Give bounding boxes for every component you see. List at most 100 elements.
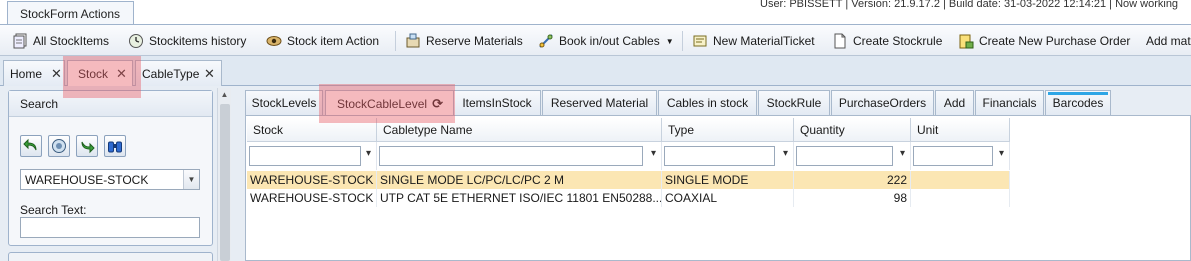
refresh-icon[interactable]: ⟳: [432, 96, 443, 112]
tab-purchaseorders[interactable]: PurchaseOrders: [831, 90, 934, 115]
cell-stock: WAREHOUSE-STOCK: [247, 171, 377, 189]
create-new-purchase-order-label: Create New Purchase Order: [979, 34, 1131, 48]
tab-stockrule[interactable]: StockRule: [758, 90, 830, 115]
tab-label: Barcodes: [1052, 96, 1104, 110]
create-stockrule-label: Create Stockrule: [853, 34, 943, 48]
table-row[interactable]: WAREHOUSE-STOCK UTP CAT 5E ETHERNET ISO/…: [247, 189, 1010, 207]
right-pane: StockLevels StockCableLevel ⟳ ItemsInSto…: [242, 86, 1191, 261]
filter-icon[interactable]: ▾: [783, 148, 788, 159]
tab-label: Cables in stock: [666, 96, 749, 110]
forward-arrow-button[interactable]: [76, 135, 98, 157]
close-icon[interactable]: ✕: [204, 66, 215, 82]
reserve-icon: [406, 33, 420, 48]
page-icon: [834, 33, 846, 49]
chevron-down-icon[interactable]: ▼: [183, 170, 199, 189]
tab-barcodes[interactable]: Barcodes: [1045, 90, 1111, 115]
tab-stock[interactable]: Stock ✕: [67, 60, 133, 87]
tab-label: Add: [943, 96, 966, 110]
back-arrow-icon: [23, 138, 37, 151]
new-materialticket-button[interactable]: New MaterialTicket: [692, 31, 815, 51]
filter-cell-quantity: ▾: [794, 142, 911, 170]
search-icon-row: [20, 135, 126, 157]
column-header-unit[interactable]: Unit: [911, 118, 1010, 142]
tab-itemsinstock[interactable]: ItemsInStock: [453, 90, 541, 115]
table-row[interactable]: WAREHOUSE-STOCK SINGLE MODE LC/PC/LC/PC …: [247, 171, 1010, 189]
filter-cell-stock: ▾: [247, 142, 377, 170]
tab-add[interactable]: Add: [935, 90, 974, 115]
search-text-label: Search Text:: [20, 203, 87, 217]
filter-input-unit[interactable]: [913, 146, 993, 166]
column-header-stock[interactable]: Stock: [247, 118, 377, 142]
tab-stock-label: Stock: [78, 67, 109, 81]
tab-stockcablelevel[interactable]: StockCableLevel ⟳: [325, 90, 455, 116]
create-new-purchase-order-button[interactable]: Create New Purchase Order: [958, 31, 1130, 51]
tab-financials[interactable]: Financials: [975, 90, 1044, 115]
cable-icon: [539, 34, 553, 48]
filter-cell-type: ▾: [662, 142, 794, 170]
book-in-out-cables-button[interactable]: Book in/out Cables ▼: [538, 31, 674, 51]
tab-cabletype-label: CableType: [142, 66, 200, 81]
reserve-materials-button[interactable]: Reserve Materials: [405, 31, 523, 51]
tab-stocklevels[interactable]: StockLevels: [245, 90, 323, 115]
tab-label: Financials: [982, 96, 1037, 110]
search-text-input[interactable]: [20, 217, 200, 238]
reset-circle-icon: [52, 139, 66, 153]
left-pane: Search WAREHOUSE-STOCK ▼ Search Text: ▲: [0, 86, 242, 261]
left-pane-scrollbar[interactable]: ▲: [217, 88, 231, 261]
tab-cabletype[interactable]: CableType ✕: [135, 60, 222, 86]
filter-cell-cabletype: ▾: [377, 142, 662, 170]
tab-cables-in-stock[interactable]: Cables in stock: [658, 90, 757, 115]
new-materialticket-label: New MaterialTicket: [713, 34, 815, 48]
stock-item-action-button[interactable]: Stock item Action: [266, 31, 379, 51]
forward-arrow-icon: [81, 141, 95, 154]
cell-stock: WAREHOUSE-STOCK: [247, 189, 377, 207]
filter-icon[interactable]: ▾: [999, 148, 1004, 159]
tab-label: StockLevels: [251, 96, 317, 110]
tab-home[interactable]: Home ✕: [3, 60, 65, 86]
ticket-icon: [693, 35, 707, 47]
search-panel-title: Search: [9, 91, 212, 117]
binoculars-icon: [108, 141, 122, 153]
add-material-label: Add mat: [1146, 34, 1191, 48]
search-binoculars-button[interactable]: [104, 135, 126, 157]
tab-label: Reserved Material: [550, 96, 649, 110]
history-clock-icon: [129, 34, 143, 48]
column-header-quantity[interactable]: Quantity: [794, 118, 911, 142]
tab-label: StockRule: [766, 96, 822, 110]
add-material-button[interactable]: Add mat: [1146, 31, 1191, 51]
cell-unit: [911, 189, 1010, 207]
filter-icon[interactable]: ▾: [366, 148, 371, 159]
create-stockrule-button[interactable]: Create Stockrule: [832, 31, 942, 51]
filter-input-cabletype[interactable]: [379, 146, 643, 166]
ribbon-tab-stockform-actions[interactable]: StockForm Actions: [7, 1, 134, 24]
scroll-up-icon[interactable]: ▲: [218, 88, 231, 102]
refresh-search-button[interactable]: [48, 135, 70, 157]
tab-accent-bar: [1048, 92, 1108, 95]
filter-input-quantity[interactable]: [796, 146, 893, 166]
close-icon[interactable]: ✕: [116, 66, 127, 82]
toolbar-separator: [395, 31, 396, 51]
column-header-cabletype-name[interactable]: Cabletype Name: [377, 118, 662, 142]
scrollbar-thumb[interactable]: [220, 104, 230, 261]
column-header-type[interactable]: Type: [662, 118, 794, 142]
tab-label: PurchaseOrders: [838, 96, 927, 110]
filter-input-type[interactable]: [664, 146, 775, 166]
filter-cell-unit: ▾: [911, 142, 1010, 170]
stockitems-history-button[interactable]: Stockitems history: [128, 31, 246, 51]
all-stockitems-button[interactable]: All StockItems: [12, 31, 109, 51]
filter-input-stock[interactable]: [249, 146, 361, 166]
tab-reserved-material[interactable]: Reserved Material: [542, 90, 657, 115]
filter-icon[interactable]: ▾: [900, 148, 905, 159]
subtab-bar: StockLevels StockCableLevel ⟳ ItemsInSto…: [245, 90, 1191, 116]
status-line: User: PBISSETT | Version: 21.9.17.2 | Bu…: [760, 0, 1179, 10]
secondary-panel: [8, 252, 213, 261]
cell-quantity: 98: [794, 189, 911, 207]
chevron-down-icon[interactable]: ▼: [666, 37, 674, 46]
cell-quantity: 222: [794, 171, 911, 189]
location-select[interactable]: WAREHOUSE-STOCK ▼: [20, 169, 200, 190]
back-arrow-button[interactable]: [20, 135, 42, 157]
stock-item-action-label: Stock item Action: [287, 34, 380, 48]
document-tab-bar: Home ✕ Stock ✕ CableType ✕: [0, 56, 1191, 87]
close-icon[interactable]: ✕: [51, 66, 62, 82]
filter-icon[interactable]: ▾: [651, 148, 656, 159]
